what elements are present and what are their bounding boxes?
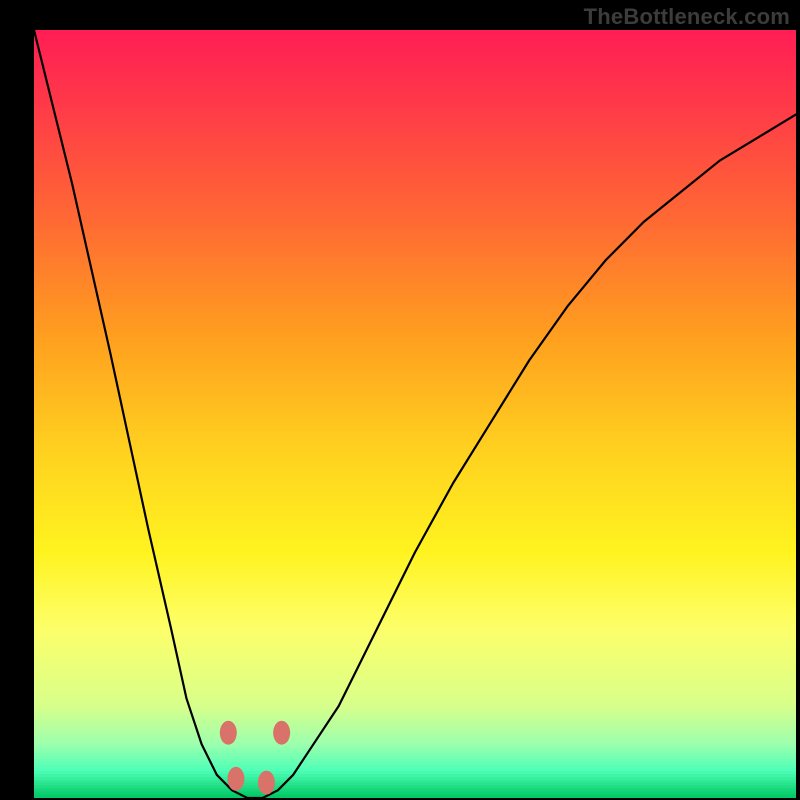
background-gradient bbox=[34, 30, 796, 799]
sweet-spot-dot bbox=[258, 771, 275, 795]
bottleneck-chart bbox=[0, 0, 800, 800]
sweet-spot-dot bbox=[227, 767, 244, 791]
sweet-spot-dot bbox=[220, 721, 237, 745]
sweet-spot-dot bbox=[273, 721, 290, 745]
chart-stage: TheBottleneck.com bbox=[0, 0, 800, 800]
watermark-label: TheBottleneck.com bbox=[584, 4, 790, 30]
